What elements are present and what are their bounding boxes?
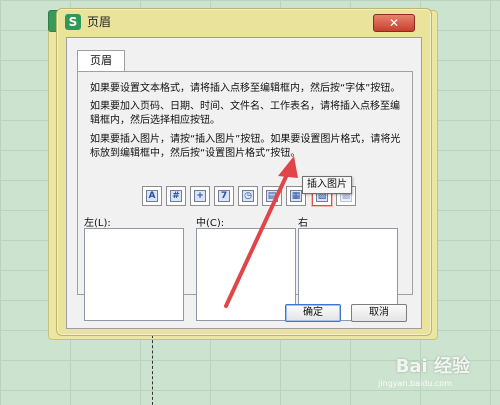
time-icon: ◷ <box>242 190 254 202</box>
ok-button[interactable]: 确定 <box>285 304 341 322</box>
dialog-titlebar[interactable]: S 页眉 ✕ <box>57 9 431 35</box>
baidu-watermark-logo: Bai 经验 <box>395 356 470 377</box>
tab-header[interactable]: 页眉 <box>77 50 125 72</box>
instruction-font: 如果要设置文本格式，请将插入点移至编辑框内，然后按“字体”按钮。 <box>90 83 401 94</box>
close-button[interactable]: ✕ <box>373 14 415 32</box>
baidu-watermark-url: jingyan.baidu.com <box>378 379 452 388</box>
tab-panel: 如果要设置文本格式，请将插入点移至编辑框内，然后按“字体”按钮。 如果要加入页码… <box>77 71 413 321</box>
page-number-button[interactable]: # <box>166 186 186 206</box>
header-dialog: S 页眉 ✕ 页眉 如果要设置文本格式，请将插入点移至编辑框内，然后按“字体”按… <box>56 8 432 336</box>
font-button[interactable]: A <box>142 186 162 206</box>
total-pages-icon: + <box>194 190 206 202</box>
file-name-button[interactable]: ▤ <box>262 186 282 206</box>
dialog-title: 页眉 <box>87 15 112 29</box>
font-icon: A <box>146 190 158 202</box>
center-section-editor[interactable] <box>196 228 296 321</box>
dialog-body: 页眉 如果要设置文本格式，请将插入点移至编辑框内，然后按“字体”按钮。 如果要加… <box>66 37 422 329</box>
sheet-name-icon: ▦ <box>290 190 302 202</box>
time-button[interactable]: ◷ <box>238 186 258 206</box>
instruction-fields: 如果要加入页码、日期、时间、文件名、工作表名，请将插入点移至编辑框内，然后选择相… <box>90 101 400 126</box>
total-pages-button[interactable]: + <box>190 186 210 206</box>
page-break-line <box>152 335 153 405</box>
wps-app-icon: S <box>65 14 81 30</box>
cancel-button[interactable]: 取消 <box>351 304 407 322</box>
instruction-picture: 如果要插入图片，请按“插入图片”按钮。如果要设置图片格式，请将光标放到编辑框中，… <box>90 134 401 159</box>
left-section-editor[interactable] <box>84 228 184 321</box>
insert-picture-tooltip: 插入图片 <box>302 176 352 194</box>
date-icon: 7 <box>218 190 230 202</box>
page-number-icon: # <box>170 190 182 202</box>
date-button[interactable]: 7 <box>214 186 234 206</box>
file-name-icon: ▤ <box>266 190 278 202</box>
